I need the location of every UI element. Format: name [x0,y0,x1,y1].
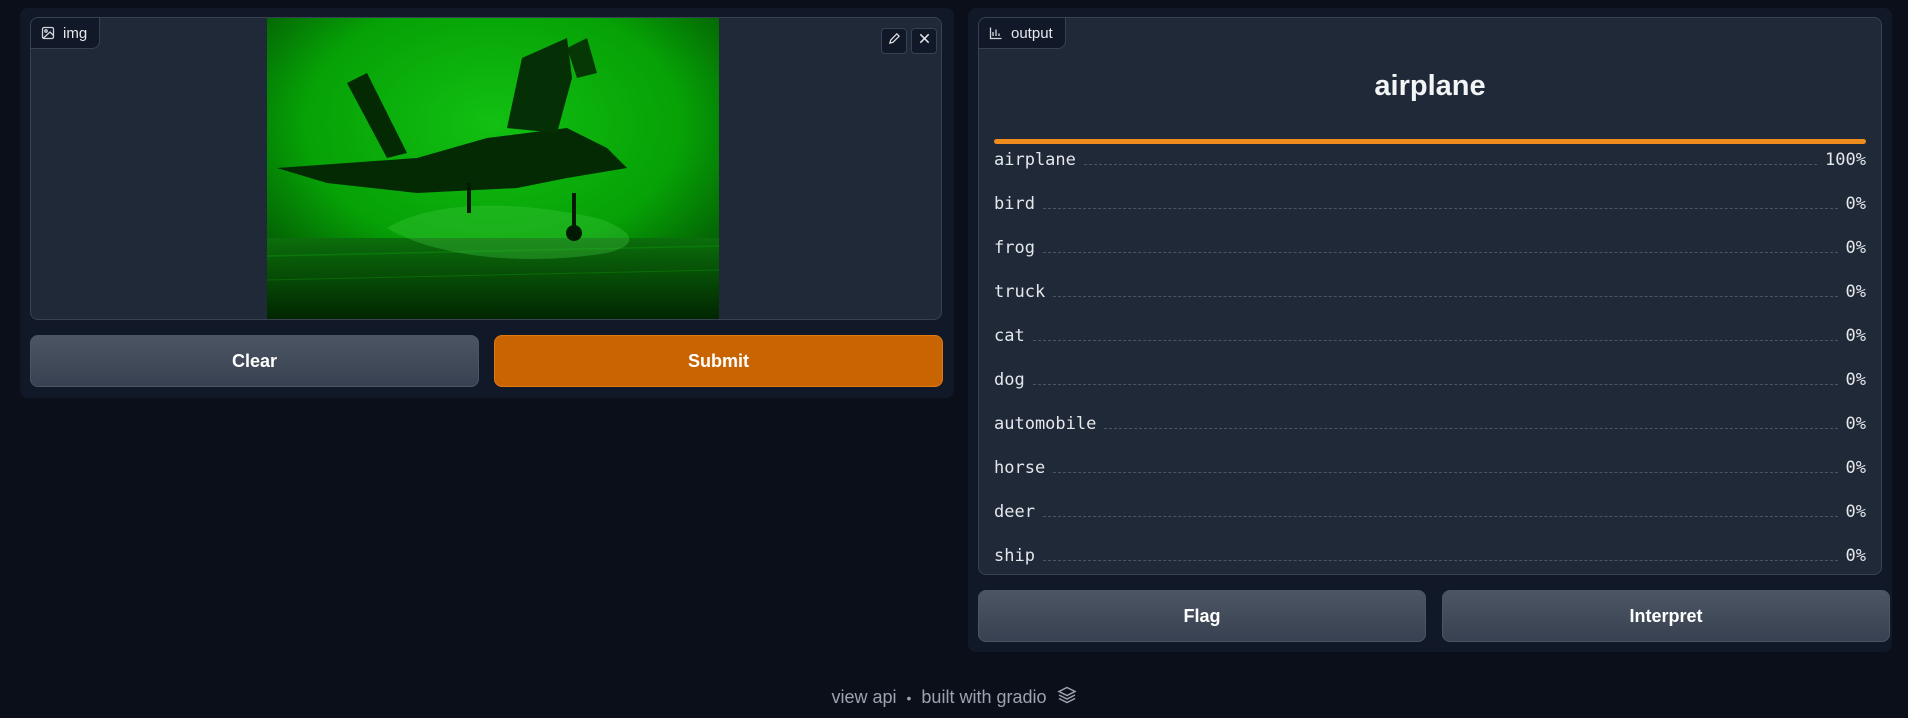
confidence-list: airplane 100% bird 0% frog 0% truck 0% cat 0% dog 0… [994,150,1866,574]
confidence-row: deer 0% [994,502,1866,546]
confidence-label: frog [994,238,1035,258]
footer-separator: • [906,689,912,706]
view-api-link[interactable]: view api [831,687,896,708]
confidence-row: bird 0% [994,194,1866,238]
confidence-row: truck 0% [994,282,1866,326]
confidence-row: horse 0% [994,458,1866,502]
dotted-leader [1042,546,1838,561]
flag-button[interactable]: Flag [978,590,1426,642]
confidence-percent: 0% [1845,458,1866,478]
image-label-text: img [63,24,88,42]
image-block-label: img [31,18,101,49]
confidence-percent: 0% [1845,546,1866,566]
close-icon [918,32,931,50]
clear-button[interactable]: Clear [30,335,479,387]
confidence-percent: 0% [1845,194,1866,214]
predicted-label: airplane [1374,70,1486,102]
gradio-logo-icon [1056,686,1077,709]
confidence-percent: 0% [1845,326,1866,346]
image-icon [41,26,55,40]
output-panel: output airplane airplane 100% bird 0% frog 0%… [968,8,1892,652]
footer: view api • built with gradio [0,686,1908,709]
uploaded-image [267,18,719,319]
confidence-label: automobile [994,414,1097,434]
output-block-label: output [979,18,1066,49]
submit-button[interactable]: Submit [494,335,943,387]
interpret-button[interactable]: Interpret [1442,590,1890,642]
dotted-leader [1104,414,1838,429]
confidence-label: airplane [994,150,1076,170]
edit-button[interactable] [881,28,907,54]
confidence-label: cat [994,326,1025,346]
dotted-leader [1042,502,1838,517]
confidence-percent: 100% [1825,150,1866,170]
confidence-label: truck [994,282,1046,302]
output-block: output airplane airplane 100% bird 0% frog 0%… [978,17,1882,575]
dotted-leader [1083,150,1818,165]
dotted-leader [1053,458,1838,473]
image-input-block[interactable]: img [30,17,942,320]
bar-chart-icon [989,26,1003,40]
confidence-label: ship [994,546,1035,566]
dotted-leader [1053,282,1838,297]
confidence-row: automobile 0% [994,414,1866,458]
confidence-percent: 0% [1845,502,1866,522]
dotted-leader [1042,194,1838,209]
confidence-row: airplane 100% [994,150,1866,194]
confidence-percent: 0% [1845,370,1866,390]
confidence-row: ship 0% [994,546,1866,574]
confidence-percent: 0% [1845,282,1866,302]
confidence-label: bird [994,194,1035,214]
pencil-icon [888,32,901,50]
confidence-percent: 0% [1845,238,1866,258]
input-panel: img Clear Submit [20,8,954,398]
top-confidence-fill [994,139,1866,144]
top-confidence-bar [994,139,1866,144]
confidence-row: frog 0% [994,238,1866,282]
dotted-leader [1042,238,1838,253]
built-with-gradio-link[interactable]: built with gradio [921,687,1046,708]
output-label-text: output [1011,24,1053,42]
confidence-label: horse [994,458,1046,478]
confidence-row: cat 0% [994,326,1866,370]
confidence-label: dog [994,370,1025,390]
confidence-label: deer [994,502,1035,522]
close-button[interactable] [911,28,937,54]
dotted-leader [1032,370,1838,385]
confidence-row: dog 0% [994,370,1866,414]
dotted-leader [1032,326,1838,341]
confidence-percent: 0% [1845,414,1866,434]
